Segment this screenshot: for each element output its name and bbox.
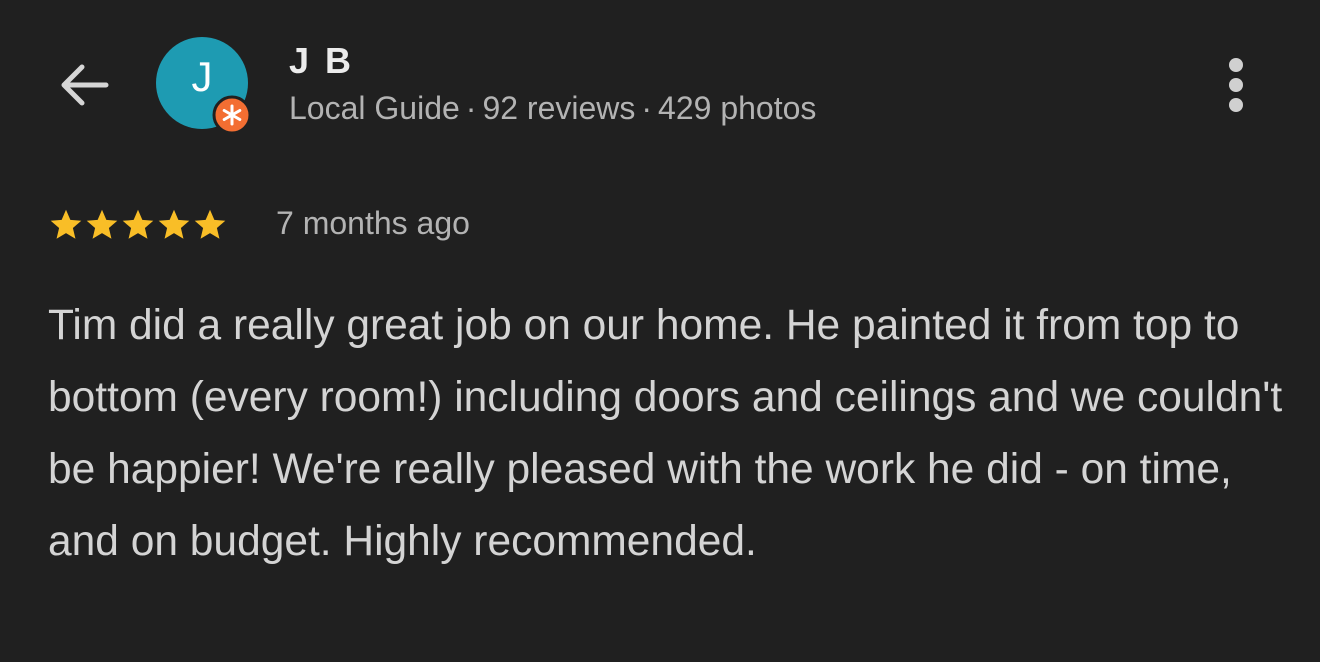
local-guide-badge-icon (212, 95, 252, 135)
reviewer-photo-count: 429 photos (658, 90, 817, 126)
review-time: 7 months ago (276, 205, 470, 241)
reviewer-meta: Local Guide · 92 reviews · 429 photos (289, 90, 816, 127)
meta-separator: · (465, 90, 477, 126)
arrow-left-icon (61, 64, 109, 106)
more-options-button[interactable] (1216, 58, 1256, 114)
meta-separator: · (641, 90, 653, 126)
star-icon (120, 205, 156, 245)
star-icon (192, 205, 228, 245)
back-button[interactable] (52, 54, 114, 116)
star-icon (84, 205, 120, 245)
star-rating (48, 205, 228, 245)
reviewer-review-count: 92 reviews (482, 90, 636, 126)
review-text: Tim did a really great job on our home. … (48, 302, 1283, 565)
star-icon (48, 205, 84, 245)
star-icon (156, 205, 192, 245)
reviewer-name[interactable]: J B (289, 40, 354, 82)
reviewer-level: Local Guide (289, 90, 460, 126)
